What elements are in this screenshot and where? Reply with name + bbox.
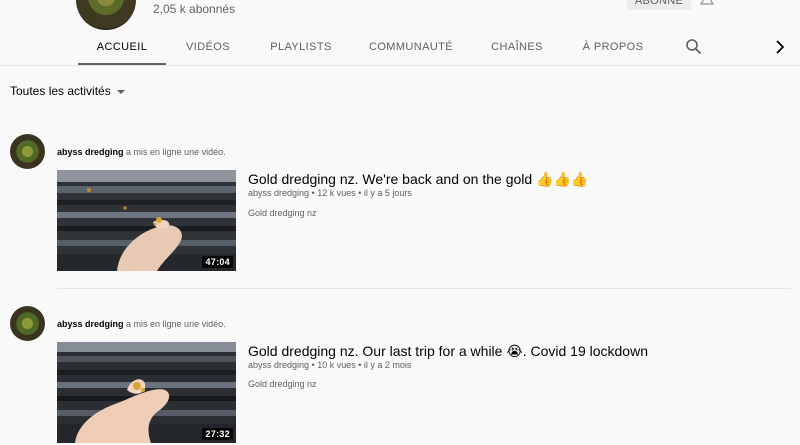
search-icon[interactable]: [685, 38, 703, 56]
video-meta: abyss dredging • 12 k vues • il y a 5 jo…: [248, 188, 412, 198]
subscribe-button[interactable]: ABONNÉ: [627, 0, 691, 10]
video-meta: abyss dredging • 10 k vues • il y a 2 mo…: [248, 360, 412, 370]
video-thumbnail[interactable]: 47:04: [57, 170, 236, 271]
avatar[interactable]: [10, 306, 45, 341]
channel-header: 2,05 k abonnés ABONNÉ ACCUEIL VIDÉOS PLA…: [0, 0, 800, 65]
activity-filter[interactable]: Toutes les activités: [10, 84, 125, 98]
post-header: abyss dredging a mis en ligne une vidéo.: [57, 319, 226, 329]
video-title[interactable]: Gold dredging nz. Our last trip for a wh…: [248, 343, 648, 360]
post-divider: [57, 288, 791, 289]
post-action: a mis en ligne une vidéo.: [126, 319, 226, 329]
video-duration: 27:32: [202, 428, 233, 440]
tab-videos[interactable]: VIDÉOS: [177, 29, 239, 65]
video-description: Gold dredging nz: [248, 379, 317, 389]
chevron-right-icon[interactable]: [772, 39, 788, 55]
subscriber-count: 2,05 k abonnés: [153, 2, 236, 16]
channel-avatar[interactable]: [76, 0, 136, 30]
post-author[interactable]: abyss dredging: [57, 147, 124, 157]
post-header: abyss dredging a mis en ligne une vidéo.: [57, 147, 226, 157]
video-title[interactable]: Gold dredging nz. We're back and on the …: [248, 171, 588, 188]
bell-icon[interactable]: [700, 0, 714, 6]
tab-a-propos[interactable]: À PROPOS: [575, 29, 651, 65]
channel-tabs: ACCUEIL VIDÉOS PLAYLISTS COMMUNAUTÉ CHAÎ…: [0, 29, 800, 65]
activity-filter-label: Toutes les activités: [10, 84, 111, 98]
caret-down-icon: [116, 89, 125, 94]
video-description: Gold dredging nz: [248, 208, 317, 218]
video-duration: 47:04: [202, 256, 233, 268]
tab-playlists[interactable]: PLAYLISTS: [260, 29, 342, 65]
post-action: a mis en ligne une vidéo.: [126, 147, 226, 157]
tab-communaute[interactable]: COMMUNAUTÉ: [362, 29, 460, 65]
avatar[interactable]: [10, 134, 45, 169]
tab-accueil[interactable]: ACCUEIL: [78, 29, 166, 65]
post-author[interactable]: abyss dredging: [57, 319, 124, 329]
video-thumbnail[interactable]: 27:32: [57, 342, 236, 443]
tab-chaines[interactable]: CHAÎNES: [482, 29, 552, 65]
